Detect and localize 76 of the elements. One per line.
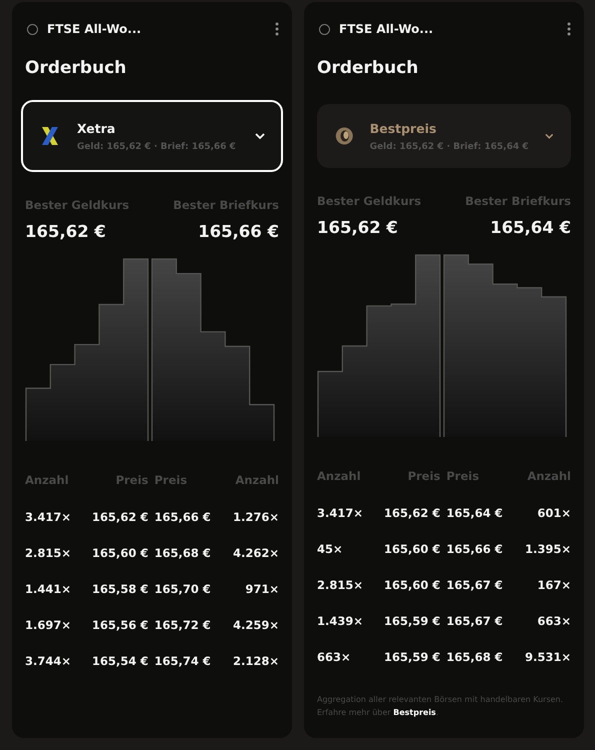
table-cell-text: 2.815×: [317, 577, 364, 594]
table-cell-text: 165,70 €: [153, 581, 212, 598]
quote-value: 165,64 €: [490, 218, 571, 237]
table-cell-text: 1.439×: [317, 613, 364, 630]
table-cell-text: 2.128×: [232, 653, 279, 670]
table-cell-text: 165,64 €: [445, 505, 504, 522]
section-heading: Orderbuch: [25, 58, 128, 80]
table-cell-text: 663×: [536, 613, 571, 630]
column-header: Preis: [406, 469, 440, 485]
table-cell-text: 165,72 €: [153, 617, 212, 634]
exchange-name: Xetra: [77, 120, 116, 136]
table-cell-text: 165,60 €: [382, 577, 440, 594]
column-header: Anzahl: [317, 469, 362, 485]
table-cell-text: 165,60 €: [90, 545, 148, 562]
table-cell-text: 663×: [317, 649, 352, 666]
table-cell-text: 9.531×: [524, 649, 571, 666]
column-header: Preis: [114, 473, 148, 489]
column-header: Preis: [153, 473, 188, 489]
chevron-down-icon: [544, 132, 553, 140]
table-cell-text: 165,68 €: [153, 545, 212, 562]
table-cell-text: 165,59 €: [382, 649, 440, 666]
table-cell-text: 1.697×: [25, 617, 72, 634]
table-cell-text: 165,67 €: [445, 613, 504, 630]
column-header: Anzahl: [234, 473, 279, 489]
quote-value: 165,62 €: [317, 218, 399, 237]
bid-ask-summary: Geld: 165,62 € · Brief: 165,66 €: [77, 142, 237, 152]
table-cell-text: 3.417×: [25, 509, 72, 526]
table-cell-text: 165,54 €: [90, 653, 148, 670]
table-cell-text: 165,68 €: [445, 649, 504, 666]
radio-circle-icon[interactable]: [27, 24, 38, 34]
swirl-logo-icon: [335, 125, 354, 147]
instrument-title: FTSE All-Wo...: [47, 22, 142, 36]
table-cell-text: 165,66 €: [153, 509, 212, 526]
quote-label: Bester Briefkurs: [173, 198, 279, 212]
table-cell-text: 165,62 €: [382, 505, 440, 522]
table-cell-text: 3.744×: [25, 653, 72, 670]
table-cell-text: 167×: [536, 577, 571, 594]
table-cell-text: 4.262×: [232, 545, 279, 562]
quote-value: 165,66 €: [198, 222, 279, 241]
column-header: Preis: [445, 469, 480, 485]
column-header: Anzahl: [25, 473, 70, 489]
quote-label: Bester Geldkurs: [25, 198, 130, 212]
table-cell-text: 165,74 €: [153, 653, 212, 670]
more-menu-icon[interactable]: [567, 22, 571, 36]
more-menu-icon[interactable]: [275, 22, 279, 36]
table-cell-text: 165,60 €: [382, 541, 440, 558]
exchange-selector[interactable]: Xetra Geld: 165,62 € · Brief: 165,66 €: [21, 100, 283, 172]
bid-ask-summary: Geld: 165,62 € · Brief: 165,64 €: [370, 142, 529, 152]
table-cell-text: 4.259×: [232, 617, 279, 634]
table-cell-text: 165,58 €: [90, 581, 148, 598]
exchange-selector[interactable]: Bestpreis Geld: 165,62 € · Brief: 165,64 €: [317, 104, 571, 168]
table-cell-text: 1.276×: [232, 509, 279, 526]
exchange-name: Bestpreis: [370, 120, 438, 136]
section-heading: Orderbuch: [317, 58, 420, 80]
table-cell-text: 165,62 €: [90, 509, 148, 526]
footnote-text: Aggregation aller relevanten Börsen mit handelbaren Kursen. Erfahre mehr über Bestpreis.: [317, 694, 564, 720]
quote-value: 165,62 €: [25, 222, 107, 241]
radio-circle-icon[interactable]: [319, 24, 330, 34]
quote-label: Bester Geldkurs: [317, 194, 422, 208]
table-cell-text: 1.441×: [25, 581, 72, 598]
quote-label: Bester Briefkurs: [465, 194, 571, 208]
table-cell-text: 165,56 €: [90, 617, 148, 634]
table-cell-text: 165,59 €: [382, 613, 440, 630]
x-logo-icon: [39, 125, 61, 147]
table-cell-text: 971×: [244, 581, 279, 598]
table-cell-text: 2.815×: [25, 545, 72, 562]
table-cell-text: 601×: [536, 505, 571, 522]
table-cell-text: 165,67 €: [445, 577, 504, 594]
bestpreis-link[interactable]: Bestpreis: [393, 708, 436, 718]
instrument-title: FTSE All-Wo...: [339, 22, 434, 36]
column-header: Anzahl: [526, 469, 571, 485]
table-cell-text: 165,66 €: [445, 541, 504, 558]
table-cell-text: 1.395×: [524, 541, 571, 558]
chevron-down-icon: [255, 132, 265, 140]
table-cell-text: 45×: [317, 541, 344, 558]
table-cell-text: 3.417×: [317, 505, 364, 522]
